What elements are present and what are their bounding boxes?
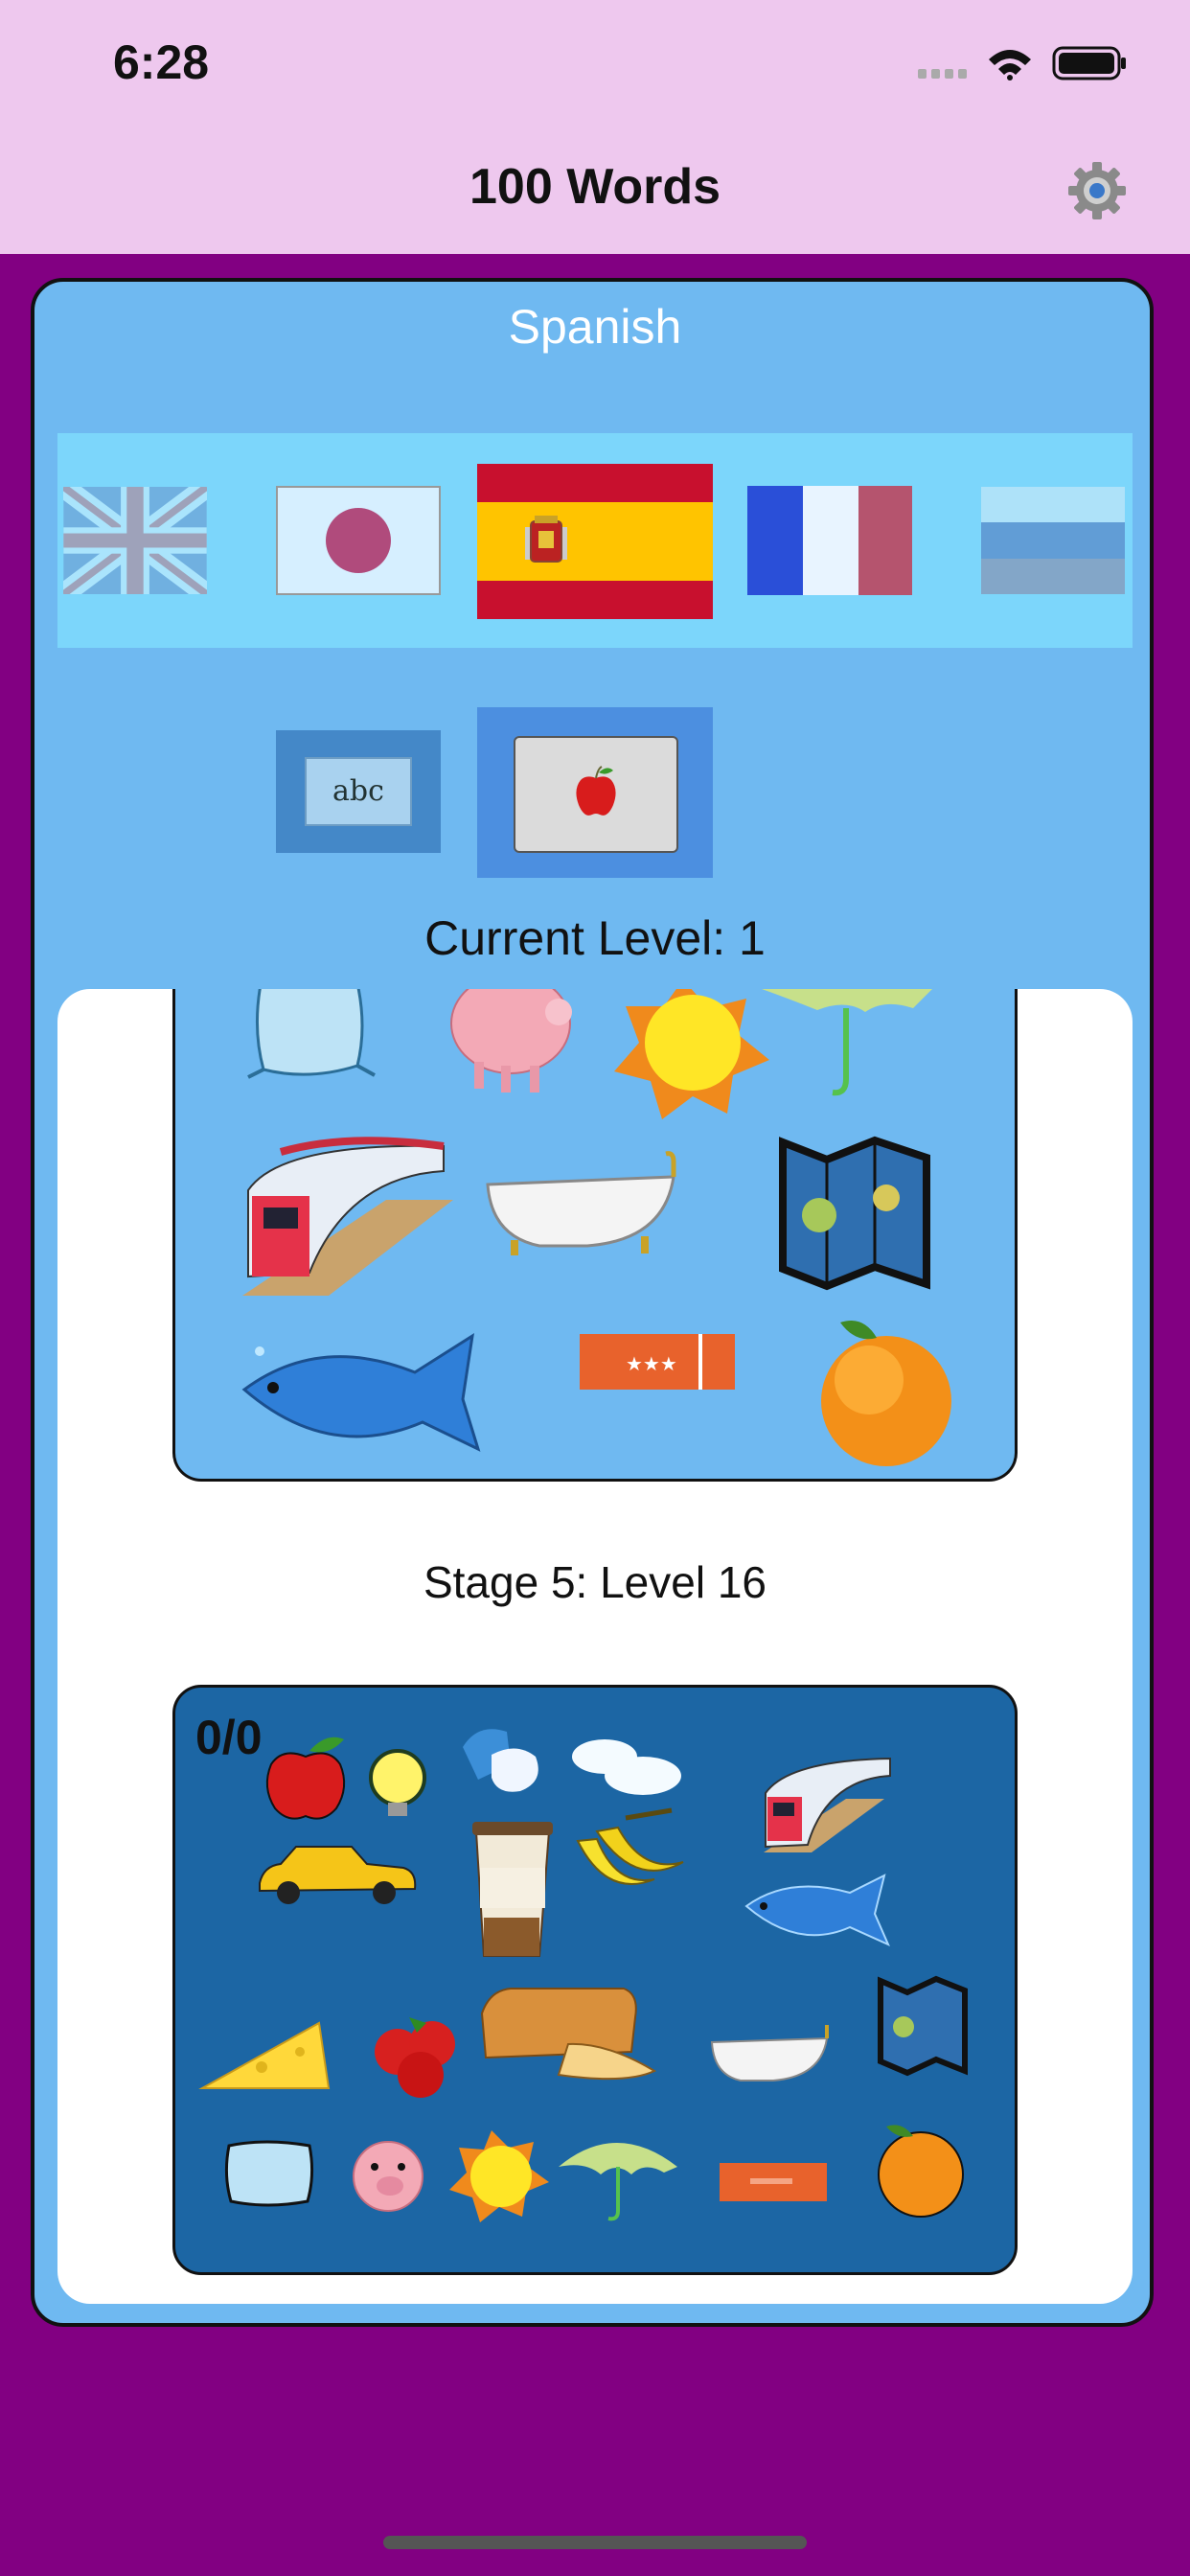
train-icon <box>764 1757 891 1852</box>
pig-icon <box>353 2141 423 2212</box>
selected-language-label: Spanish <box>508 300 682 354</box>
signal-icon <box>918 69 967 79</box>
app-title: 100 Words <box>469 159 721 215</box>
taxi-icon <box>259 1846 417 1904</box>
pillow-icon <box>247 989 376 1079</box>
sun-icon <box>614 989 769 1119</box>
stage-label: Stage 5: Level 16 <box>423 1557 767 1607</box>
uk-flag-icon[interactable] <box>63 487 207 594</box>
sun-icon <box>449 2130 549 2222</box>
spain-flag-icon[interactable] <box>477 464 713 619</box>
stage-preview-card[interactable] <box>172 1685 1018 2275</box>
france-flag-icon[interactable] <box>747 486 912 595</box>
train-icon <box>242 1137 453 1296</box>
bathtub-icon <box>710 2025 829 2082</box>
pig-icon <box>450 989 572 1092</box>
apple-icon <box>265 1736 346 1820</box>
score-label: 0/0 <box>195 1711 263 1764</box>
map-icon <box>779 1136 930 1291</box>
japan-flag-icon[interactable] <box>276 486 441 595</box>
cheese-icon <box>198 2021 331 2089</box>
umbrella-icon <box>762 989 932 1096</box>
tomato-icon <box>375 2017 455 2098</box>
wifi-icon <box>989 50 1031 80</box>
bathtub-icon <box>486 1151 676 1255</box>
russia-flag-icon[interactable] <box>981 487 1125 594</box>
ticket-icon <box>720 2163 827 2201</box>
gear-icon[interactable] <box>1067 161 1127 220</box>
battery-icon <box>1052 46 1126 80</box>
pillow-icon <box>224 2140 314 2207</box>
clouds-icon <box>572 1739 681 1795</box>
svg-text:★★★: ★★★ <box>626 1352 677 1375</box>
ticket-icon: ★★★ <box>580 1334 735 1390</box>
bread-icon <box>480 1988 657 2081</box>
picture-mode-card <box>514 736 678 853</box>
orange-icon <box>878 2125 964 2218</box>
home-indicator[interactable] <box>383 2536 807 2549</box>
weather-icon <box>463 1729 538 1792</box>
current-level-label: Current Level: 1 <box>424 911 766 965</box>
apple-icon <box>576 766 616 816</box>
coffee-icon <box>472 1822 553 1957</box>
fish-icon <box>241 1332 481 1452</box>
lightbulb-icon <box>369 1749 426 1816</box>
umbrella-icon <box>559 2143 677 2221</box>
banana-icon <box>576 1807 684 1885</box>
orange-icon <box>821 1321 951 1466</box>
text-mode-label: abc <box>305 757 412 826</box>
fish-icon <box>744 1874 890 1946</box>
status-time: 6:28 <box>113 35 210 89</box>
map-icon <box>878 1975 968 2077</box>
level-preview-card[interactable]: ★★★ <box>172 989 1018 1482</box>
